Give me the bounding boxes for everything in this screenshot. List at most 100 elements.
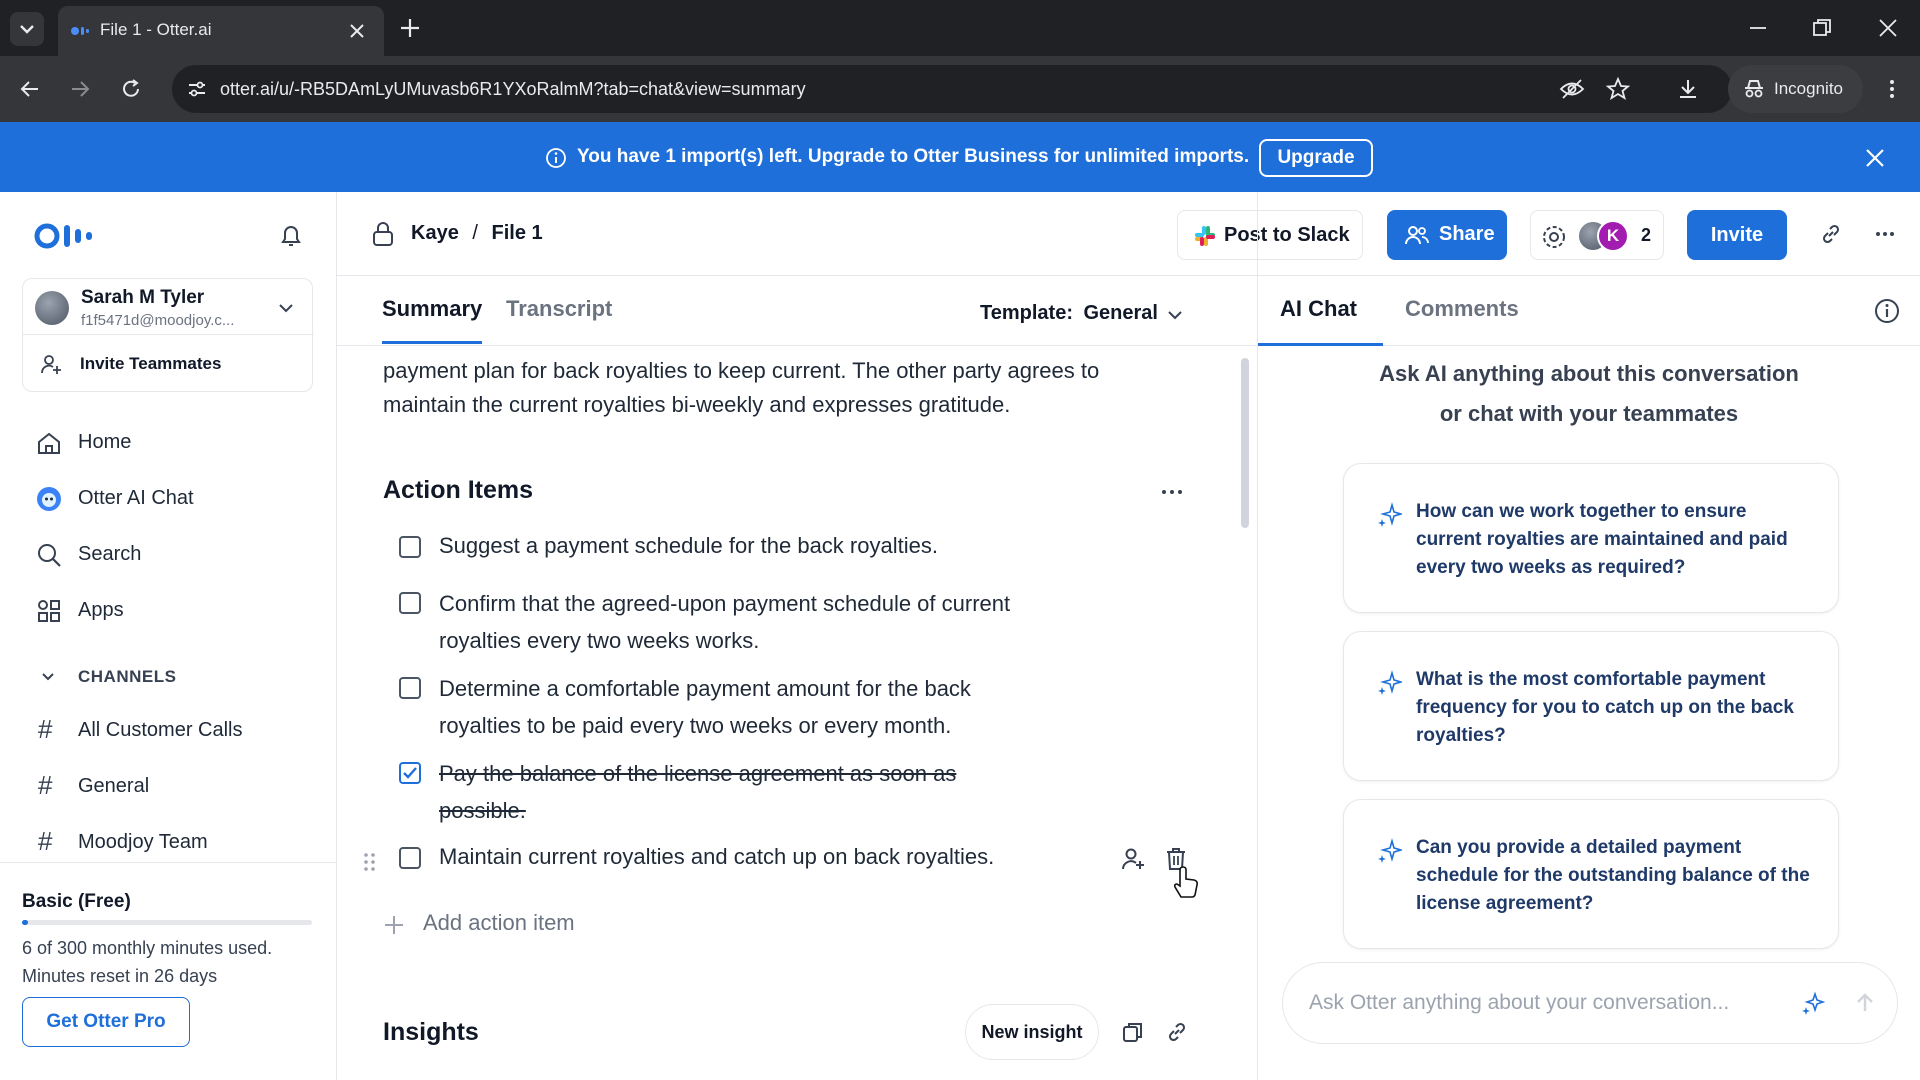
action-item-checkbox[interactable] bbox=[399, 536, 421, 558]
user-email: f1f5471d@moodjoy.c... bbox=[81, 312, 235, 329]
user-switcher[interactable]: Sarah M Tyler f1f5471d@moodjoy.c... bbox=[23, 279, 314, 335]
plus-icon bbox=[385, 916, 403, 934]
forward-icon[interactable] bbox=[68, 77, 92, 101]
sidebar-item-apps[interactable]: Apps bbox=[36, 590, 316, 630]
sparkle-icon[interactable] bbox=[1801, 991, 1825, 1015]
browser-menu-icon[interactable] bbox=[1880, 77, 1904, 101]
channel-label: All Customer Calls bbox=[78, 719, 243, 741]
search-icon bbox=[38, 544, 61, 567]
action-item-text[interactable]: Confirm that the agreed-upon payment sch… bbox=[439, 585, 1139, 659]
site-settings-icon[interactable] bbox=[186, 79, 208, 99]
minimize-icon[interactable] bbox=[1746, 16, 1770, 40]
suggestion-card[interactable]: Can you provide a detailed payment sched… bbox=[1343, 799, 1839, 949]
more-options-icon[interactable] bbox=[1159, 482, 1185, 502]
tab-transcript-label: Transcript bbox=[506, 296, 613, 321]
channels-section-toggle[interactable]: CHANNELS bbox=[36, 662, 296, 692]
browser-address-bar: otter.ai/u/-RB5DAmLyUMuvasb6R1YXoRalmM?t… bbox=[0, 56, 1920, 122]
action-item-text[interactable]: Suggest a payment schedule for the back … bbox=[439, 529, 938, 563]
action-item-text[interactable]: Pay the balance of the license agreement… bbox=[439, 755, 1139, 829]
action-item-checkbox[interactable] bbox=[399, 592, 421, 614]
assign-user-icon[interactable] bbox=[1120, 846, 1146, 872]
tab-ai-chat-label: AI Chat bbox=[1280, 296, 1357, 321]
action-item-line: royalties to be paid every two weeks or … bbox=[439, 713, 952, 738]
reset-text: Minutes reset in 26 days bbox=[22, 966, 218, 986]
link-icon[interactable] bbox=[1165, 1020, 1189, 1044]
usage-bar-fill bbox=[22, 920, 28, 925]
apps-icon bbox=[38, 600, 60, 622]
sidebar-item-label: Apps bbox=[78, 599, 124, 621]
browser-tab[interactable]: File 1 - Otter.ai bbox=[58, 6, 384, 56]
sidebar-item-home[interactable]: Home bbox=[36, 422, 316, 462]
chat-input-box bbox=[1282, 962, 1898, 1044]
copy-icon[interactable] bbox=[1121, 1020, 1145, 1044]
bell-icon[interactable] bbox=[278, 222, 304, 250]
reload-icon[interactable] bbox=[119, 77, 143, 101]
restore-icon[interactable] bbox=[1810, 16, 1834, 40]
tab-title: File 1 - Otter.ai bbox=[100, 20, 212, 39]
summary-panel: Summary Transcript Template: General pay… bbox=[337, 192, 1257, 1080]
action-item-text[interactable]: Maintain current royalties and catch up … bbox=[439, 840, 994, 874]
eye-off-icon[interactable] bbox=[1559, 78, 1585, 100]
otter-logo bbox=[34, 223, 92, 249]
channel-item[interactable]: # All Customer Calls bbox=[36, 710, 316, 750]
chat-input[interactable] bbox=[1309, 985, 1789, 1021]
drag-handle-icon[interactable] bbox=[363, 851, 377, 873]
tab-search-button[interactable] bbox=[10, 12, 44, 46]
template-selector[interactable]: Template: General bbox=[980, 302, 1190, 334]
sidebar-item-label: Search bbox=[78, 543, 142, 565]
close-banner-icon[interactable] bbox=[1864, 147, 1886, 169]
tab-transcript[interactable]: Transcript bbox=[506, 296, 612, 322]
back-icon[interactable] bbox=[18, 77, 42, 101]
action-item-checkbox[interactable] bbox=[399, 847, 421, 869]
right-tabs: AI Chat Comments bbox=[1258, 276, 1920, 346]
add-action-item-button[interactable]: Add action item bbox=[383, 904, 623, 944]
suggestion-text: Can you provide a detailed payment sched… bbox=[1416, 837, 1810, 914]
new-insight-button[interactable]: New insight bbox=[965, 1004, 1099, 1060]
sidebar-item-search[interactable]: Search bbox=[36, 534, 316, 574]
suggestion-card[interactable]: How can we work together to ensure curre… bbox=[1343, 463, 1839, 613]
channel-item[interactable]: # General bbox=[36, 766, 316, 806]
action-item-checkbox-checked[interactable] bbox=[399, 762, 421, 784]
invite-teammates-button[interactable]: Invite Teammates bbox=[23, 336, 314, 392]
action-item: Determine a comfortable payment amount f… bbox=[337, 673, 1217, 747]
arrow-up-icon bbox=[1857, 993, 1873, 1011]
url-text: otter.ai/u/-RB5DAmLyUMuvasb6R1YXoRalmM?t… bbox=[220, 79, 806, 99]
scrollbar-thumb[interactable] bbox=[1241, 358, 1249, 528]
action-item-line: Confirm that the agreed-upon payment sch… bbox=[439, 591, 1011, 616]
action-item-completed: Pay the balance of the license agreement… bbox=[337, 758, 1217, 832]
info-icon bbox=[546, 148, 566, 168]
get-otter-pro-button[interactable]: Get Otter Pro bbox=[22, 997, 190, 1047]
action-items-heading: Action Items bbox=[383, 476, 534, 504]
send-button[interactable] bbox=[1845, 983, 1885, 1023]
tab-ai-chat[interactable]: AI Chat bbox=[1258, 276, 1383, 346]
insights-heading: Insights bbox=[383, 1018, 479, 1046]
action-item-line: royalties every two weeks works. bbox=[439, 628, 760, 653]
bookmark-star-icon[interactable] bbox=[1606, 77, 1630, 101]
tab-summary[interactable]: Summary bbox=[382, 296, 483, 344]
sparkle-icon bbox=[1378, 670, 1402, 695]
action-item-checkbox[interactable] bbox=[399, 677, 421, 699]
tab-comments[interactable]: Comments bbox=[1405, 296, 1519, 322]
upgrade-button[interactable]: Upgrade bbox=[1259, 139, 1373, 177]
suggestion-card[interactable]: What is the most comfortable payment fre… bbox=[1343, 631, 1839, 781]
suggestion-text: How can we work together to ensure curre… bbox=[1416, 501, 1788, 578]
channels-heading: CHANNELS bbox=[78, 667, 177, 686]
chat-intro: Ask AI anything about this conversation … bbox=[1258, 354, 1920, 434]
sidebar-item-otter-ai-chat[interactable]: Otter AI Chat bbox=[36, 478, 316, 518]
close-window-icon[interactable] bbox=[1876, 16, 1900, 40]
info-icon[interactable] bbox=[1874, 298, 1900, 324]
omnibox[interactable]: otter.ai/u/-RB5DAmLyUMuvasb6R1YXoRalmM?t… bbox=[172, 65, 1732, 113]
chevron-down-icon bbox=[279, 304, 293, 313]
main-tabs: Summary Transcript Template: General bbox=[337, 276, 1257, 346]
otter-favicon-icon bbox=[71, 27, 89, 35]
sparkle-icon bbox=[1378, 502, 1402, 527]
new-tab-icon[interactable] bbox=[398, 16, 422, 40]
browser-tab-bar: File 1 - Otter.ai bbox=[0, 0, 1920, 56]
tab-comments-label: Comments bbox=[1405, 296, 1519, 321]
incognito-badge[interactable]: Incognito bbox=[1728, 65, 1863, 113]
channel-item[interactable]: # Moodjoy Team bbox=[36, 822, 316, 862]
action-item-text[interactable]: Determine a comfortable payment amount f… bbox=[439, 670, 1139, 744]
download-icon[interactable] bbox=[1676, 77, 1700, 101]
close-tab-icon[interactable] bbox=[348, 22, 366, 40]
tab-summary-label: Summary bbox=[382, 296, 483, 321]
